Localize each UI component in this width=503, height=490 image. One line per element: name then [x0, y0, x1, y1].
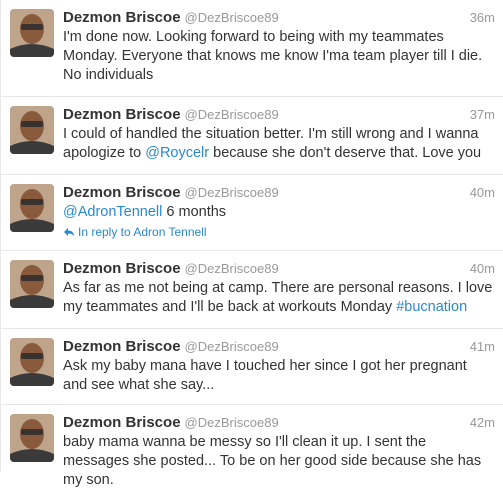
tweet-header: Dezmon Briscoe @DezBriscoe89 40m [63, 183, 495, 203]
tweet[interactable]: Dezmon Briscoe @DezBriscoe89 40m As far a… [1, 251, 503, 329]
user-name[interactable]: Dezmon Briscoe [63, 184, 181, 201]
tweet-header: Dezmon Briscoe @DezBriscoe89 36m [63, 8, 495, 28]
tweet-text: I'm done now. Looking forward to being w… [63, 29, 483, 83]
avatar[interactable] [10, 414, 54, 462]
user-handle[interactable]: @DezBriscoe89 [185, 339, 279, 354]
user-handle[interactable]: @DezBriscoe89 [185, 107, 279, 122]
hashtag-link[interactable]: #bucnation [396, 299, 467, 315]
timestamp[interactable]: 40m [470, 183, 495, 203]
tweet-text: baby mama wanna be messy so I'll clean i… [63, 434, 482, 488]
user-name[interactable]: Dezmon Briscoe [63, 260, 181, 277]
tweet-text: As far as me not being at camp. There ar… [63, 279, 495, 317]
tweet-header: Dezmon Briscoe @DezBriscoe89 42m [63, 413, 495, 433]
avatar[interactable] [10, 260, 54, 308]
timestamp[interactable]: 40m [470, 259, 495, 279]
avatar[interactable] [10, 106, 54, 154]
tweet-header: Dezmon Briscoe @DezBriscoe89 41m [63, 337, 495, 357]
user-name[interactable]: Dezmon Briscoe [63, 9, 181, 26]
avatar[interactable] [10, 338, 54, 386]
tweet-header: Dezmon Briscoe @DezBriscoe89 40m [63, 259, 495, 279]
tweet-text-part: because she don't deserve that. Love you [209, 145, 482, 161]
reply-arrow-icon [64, 228, 74, 236]
avatar-photo-icon [10, 9, 54, 57]
tweet-text: @AdronTennell 6 months [63, 203, 495, 222]
tweet[interactable]: Dezmon Briscoe @DezBriscoe89 36m I'm done… [1, 0, 503, 97]
tweet[interactable]: Dezmon Briscoe @DezBriscoe89 40m @AdronTe… [1, 175, 503, 251]
tweet[interactable]: Dezmon Briscoe @DezBriscoe89 41m Ask my b… [1, 329, 503, 405]
user-name[interactable]: Dezmon Briscoe [63, 106, 181, 123]
avatar-photo-icon [10, 184, 54, 232]
user-handle[interactable]: @DezBriscoe89 [185, 185, 279, 200]
avatar-photo-icon [10, 414, 54, 462]
timestamp[interactable]: 36m [470, 8, 495, 28]
timestamp[interactable]: 41m [470, 337, 495, 357]
tweet-timeline: Dezmon Briscoe @DezBriscoe89 36m I'm done… [0, 0, 503, 488]
avatar[interactable] [10, 9, 54, 57]
in-reply-to-link[interactable]: In reply to Adron Tennell [63, 224, 207, 240]
tweet-header: Dezmon Briscoe @DezBriscoe89 37m [63, 105, 495, 125]
user-handle[interactable]: @DezBriscoe89 [185, 415, 279, 430]
user-name[interactable]: Dezmon Briscoe [63, 414, 181, 431]
tweet-text: I could of handled the situation better.… [63, 125, 495, 163]
mention-link[interactable]: @Roycelr [145, 145, 209, 161]
avatar[interactable] [10, 184, 54, 232]
tweet-text: Ask my baby mana have I touched her sinc… [63, 358, 467, 393]
avatar-photo-icon [10, 260, 54, 308]
tweet-text-part: 6 months [162, 204, 227, 220]
timestamp[interactable]: 37m [470, 105, 495, 125]
tweet[interactable]: Dezmon Briscoe @DezBriscoe89 37m I could … [1, 97, 503, 175]
avatar-photo-icon [10, 106, 54, 154]
user-handle[interactable]: @DezBriscoe89 [185, 261, 279, 276]
user-name[interactable]: Dezmon Briscoe [63, 338, 181, 355]
in-reply-to-label[interactable]: In reply to Adron Tennell [78, 225, 207, 239]
tweet[interactable]: Dezmon Briscoe @DezBriscoe89 42m baby mam… [1, 405, 503, 488]
avatar-photo-icon [10, 338, 54, 386]
user-handle[interactable]: @DezBriscoe89 [185, 10, 279, 25]
timestamp[interactable]: 42m [470, 413, 495, 433]
mention-link[interactable]: @AdronTennell [63, 204, 162, 220]
